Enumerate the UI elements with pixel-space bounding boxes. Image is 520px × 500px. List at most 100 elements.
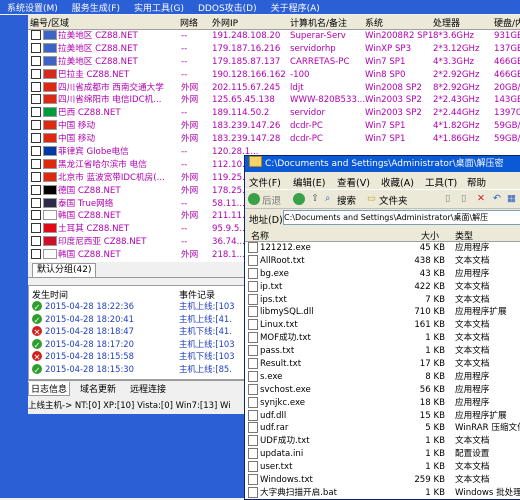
row-checkbox[interactable] [31,197,41,208]
file-row[interactable]: 121212.exe 45 KB 应用程序 [245,242,520,255]
menu-about[interactable]: 关于程序(A) [264,1,327,14]
back-arrow-icon[interactable] [248,193,260,205]
row-checkbox[interactable] [31,210,41,221]
host-row[interactable]: 巴拉圭 CZ88.NET -- 190.128.166.162 -100 Win8 SP… [28,68,520,82]
file-row[interactable]: updata.ini 1 KB 配置设置 [245,448,520,461]
address-input[interactable]: C:\Documents and Settings\Administrator\… [283,210,520,225]
file-row[interactable]: synjkc.exe 18 KB 应用程序 [245,396,520,410]
file-row[interactable]: ips.txt 7 KB 文本文档 [245,293,520,307]
host-name: ldjt [290,82,304,93]
host-row[interactable]: 中国 移动 外网 183.239.147.26 dcdr-PC Win7 SP1 4*1.… [28,120,520,133]
host-row[interactable]: 拉美地区 CZ88.NET -- 179.185.87.137 CARRETAS-PC… [28,55,520,69]
col-net[interactable]: 网络 [180,16,198,29]
file-row[interactable]: svchost.exe 56 KB 应用程序 [245,383,520,397]
tab-remote-connect[interactable]: 远程连接 [128,382,168,395]
col-name[interactable]: 名称 [251,229,269,242]
success-icon: ✓ [32,363,42,375]
move-to-icon[interactable]: ▯ [445,193,450,204]
tab-log-info[interactable]: 日志信息 [28,382,71,396]
folders-button[interactable]: 文件夹 [379,193,408,207]
col-type[interactable]: 类型 [455,229,473,242]
row-checkbox[interactable] [31,184,41,195]
undo-icon[interactable]: ↶ [493,193,501,204]
row-checkbox[interactable] [31,236,41,247]
file-row[interactable]: bg.exe 43 KB 应用程序 [245,267,520,281]
host-row[interactable]: 拉美地区 CZ88.NET -- 179.187.16.216 servidorhp W… [28,42,520,56]
file-row[interactable]: libmySQL.dll 710 KB 应用程序扩展 [245,306,520,319]
log-entry[interactable]: ✕ 2015-04-28 18:18:47 主机下线:[41. [29,325,245,337]
file-row[interactable]: ip.txt 422 KB 文本文档 [245,280,520,294]
row-checkbox[interactable] [31,146,41,157]
host-ip: 95.9.5... [212,224,248,235]
search-button[interactable]: 搜索 [337,193,356,207]
menu-system-settings[interactable]: 系统设置(M) [0,1,65,14]
folders-icon[interactable]: ▭ [367,193,376,204]
file-row[interactable]: pass.txt 1 KB 文本文档 [245,345,520,358]
row-checkbox[interactable] [31,158,41,169]
row-checkbox[interactable] [31,30,41,40]
log-entry[interactable]: ✓ 2015-04-28 18:17:20 主机上线:[103 [29,338,245,350]
host-ip: 191.248.108.20 [212,31,281,41]
log-entry[interactable]: ✕ 2015-04-28 18:15:58 主机下线:[103 [29,350,245,362]
file-row[interactable]: AllRoot.txt 438 KB 文本文档 [245,254,520,268]
file-row[interactable]: Result.txt 17 KB 文本文档 [245,358,520,371]
host-row[interactable]: 巴西 CZ88.NET -- 189.114.50.2 servidor Win2003… [28,107,520,120]
file-row[interactable]: UDF成功.txt 1 KB 文本文档 [245,435,520,448]
explorer-menu-file[interactable]: 文件(F) [249,175,281,189]
col-hostname[interactable]: 计算机名/备注 [290,16,347,29]
views-icon[interactable]: ▦ [507,193,516,204]
col-region[interactable]: 编号/区域 [30,16,69,29]
log-entry[interactable]: ✓ 2015-04-28 18:20:41 主机上线:[41. [29,313,245,325]
explorer-menu-edit[interactable]: 编辑(E) [293,175,325,189]
explorer-menu-view[interactable]: 查看(V) [337,175,370,189]
row-checkbox[interactable] [31,81,41,92]
file-row[interactable]: 大字典扫描开启.bat 1 KB Windows 批处理 [245,486,520,499]
row-checkbox[interactable] [31,249,41,260]
file-row[interactable]: udf.rar 5 KB WinRAR 压缩文件 [245,422,520,435]
up-folder-icon[interactable]: ⇧ [311,193,319,204]
explorer-menu-favorites[interactable]: 收藏(A) [381,175,414,189]
menu-service-generate[interactable]: 服务生成(F) [65,1,127,14]
host-row[interactable]: 拉美地区 CZ88.NET -- 191.248.108.20 Superar-Ser… [28,30,520,43]
row-checkbox[interactable] [31,171,41,182]
file-row[interactable]: s.exe 8 KB 应用程序 [245,370,520,384]
row-checkbox[interactable] [31,55,41,66]
explorer-menu-help[interactable]: 帮助 [467,175,486,189]
row-checkbox[interactable] [31,42,41,53]
col-disk[interactable]: 硬盘/内存 [494,16,520,29]
host-row[interactable]: 四川省绵阳市 电信IDC机... 外网 125.65.45.138 WWW-820B5… [28,94,520,107]
explorer-menu-tools[interactable]: 工具(T) [425,175,457,189]
menu-tools[interactable]: 实用工具(G) [127,1,191,14]
search-icon[interactable]: ⌕ [325,193,330,204]
forward-arrow-icon[interactable] [293,193,305,205]
row-checkbox[interactable] [31,133,41,144]
back-button[interactable]: 后退 [262,193,281,207]
row-checkbox[interactable] [31,94,41,105]
log-entry[interactable]: ✓ 2015-04-28 18:22:36 主机上线:[103 [29,300,245,312]
delete-icon[interactable]: ✕ [477,193,485,204]
copy-to-icon[interactable]: ▯ [461,193,466,204]
host-row[interactable]: 四川省成都市 西南交通大学 外网 202.115.67.245 ldjt Win2008… [28,81,520,95]
row-checkbox[interactable] [31,68,41,79]
file-row[interactable]: Windows.txt 259 KB 文本文档 [245,474,520,487]
tab-domain-update[interactable]: 域名更新 [78,382,118,395]
col-size[interactable]: 大小 [421,229,439,242]
menu-ddos[interactable]: DDOS攻击(D) [191,1,264,14]
file-row[interactable]: MOF成功.txt 1 KB 文本文档 [245,332,520,345]
file-row[interactable]: udf.dll 15 KB 应用程序扩展 [245,409,520,423]
col-cpu[interactable]: 处理器 [433,16,460,29]
host-net: -- [181,31,188,41]
explorer-titlebar[interactable]: C:\Documents and Settings\Administrator\… [245,156,520,172]
tab-default-group[interactable]: 默认分组(42) [32,263,97,277]
col-ip[interactable]: 外网IP [212,16,238,29]
row-checkbox[interactable] [31,120,41,131]
host-net: 外网 [181,134,199,145]
file-row[interactable]: user.txt 1 KB 文本文档 [245,461,520,474]
log-entry[interactable]: ✓ 2015-04-28 18:15:30 主机上线:[85. [29,363,245,375]
host-row[interactable]: 中国 移动 外网 183.239.147.28 dcdr-PC Win7 SP1 4*1.… [28,133,520,146]
log-time: 2015-04-28 18:17:20 [45,338,134,349]
row-checkbox[interactable] [31,107,41,118]
file-row[interactable]: Linux.txt 161 KB 文本文档 [245,319,520,332]
row-checkbox[interactable] [31,223,41,234]
col-os[interactable]: 系统 [365,16,383,29]
